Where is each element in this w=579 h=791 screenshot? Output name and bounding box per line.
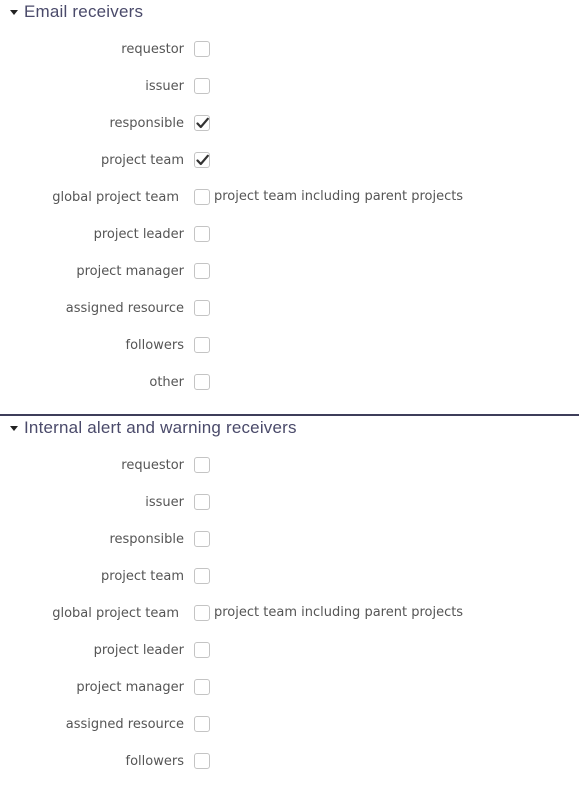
receiver-checkbox[interactable] [194, 263, 210, 279]
receiver-row: project team [0, 567, 579, 587]
receiver-row: responsible [0, 530, 579, 550]
receiver-row: project leader [0, 641, 579, 661]
receiver-label: project leader [93, 227, 184, 242]
receiver-row: requestor [0, 456, 579, 476]
receiver-checkbox[interactable] [194, 300, 210, 316]
receiver-row: global project team project team includin… [0, 188, 579, 208]
caret-down-icon [10, 426, 18, 431]
section-title: Email receivers [24, 2, 144, 21]
internal-alert-receivers-header[interactable]: Internal alert and warning receivers [10, 418, 297, 438]
receiver-label: followers [125, 754, 184, 769]
receiver-label: other [149, 375, 184, 390]
receiver-row: issuer [0, 493, 579, 513]
receiver-row: responsible [0, 114, 579, 134]
receiver-label: project manager [76, 680, 184, 695]
receiver-label: global project team [52, 606, 179, 621]
checkmark-icon [196, 154, 209, 166]
receiver-label: project team [101, 153, 184, 168]
receiver-label: issuer [145, 495, 184, 510]
receiver-checkbox[interactable] [194, 605, 210, 621]
receiver-checkbox[interactable] [194, 642, 210, 658]
receiver-checkbox[interactable] [194, 457, 210, 473]
receiver-checkbox[interactable] [194, 494, 210, 510]
email-receivers-header[interactable]: Email receivers [10, 2, 143, 22]
receiver-row: project manager [0, 678, 579, 698]
receiver-checkbox[interactable] [194, 152, 210, 168]
receiver-checkbox[interactable] [194, 374, 210, 390]
receiver-checkbox[interactable] [194, 716, 210, 732]
receiver-row: project team [0, 151, 579, 171]
internal-alert-receivers-section: Internal alert and warning receivers req… [0, 414, 579, 769]
receiver-row: followers [0, 752, 579, 772]
receiver-label: global project team [52, 190, 179, 205]
receiver-label: project team [101, 569, 184, 584]
receiver-checkbox[interactable] [194, 753, 210, 769]
receiver-label: requestor [121, 42, 184, 57]
receiver-hint: project team including parent projects [214, 605, 464, 620]
receiver-hint: project team including parent projects [214, 189, 464, 204]
receiver-checkbox[interactable] [194, 679, 210, 695]
receiver-label: followers [125, 338, 184, 353]
receiver-checkbox[interactable] [194, 226, 210, 242]
receiver-row: issuer [0, 77, 579, 97]
receiver-label: responsible [109, 532, 184, 547]
receiver-label: project leader [93, 643, 184, 658]
receiver-label: requestor [121, 458, 184, 473]
receiver-label: assigned resource [65, 717, 184, 732]
receiver-row: assigned resource [0, 299, 579, 319]
checkmark-icon [196, 117, 209, 129]
receiver-checkbox[interactable] [194, 78, 210, 94]
receiver-row: requestor [0, 40, 579, 60]
receiver-label: issuer [145, 79, 184, 94]
receiver-checkbox[interactable] [194, 337, 210, 353]
receiver-row: followers [0, 336, 579, 356]
receiver-row: other [0, 373, 579, 393]
receiver-row: project manager [0, 262, 579, 282]
receiver-checkbox[interactable] [194, 531, 210, 547]
caret-down-icon [10, 10, 18, 15]
receiver-checkbox[interactable] [194, 115, 210, 131]
receiver-checkbox[interactable] [194, 568, 210, 584]
receiver-row: assigned resource [0, 715, 579, 735]
receiver-row: global project team project team includin… [0, 604, 579, 624]
receiver-checkbox[interactable] [194, 41, 210, 57]
receiver-label: responsible [109, 116, 184, 131]
receiver-label: assigned resource [65, 301, 184, 316]
receiver-checkbox[interactable] [194, 189, 210, 205]
section-title: Internal alert and warning receivers [24, 418, 297, 437]
receiver-row: project leader [0, 225, 579, 245]
receiver-label: project manager [76, 264, 184, 279]
